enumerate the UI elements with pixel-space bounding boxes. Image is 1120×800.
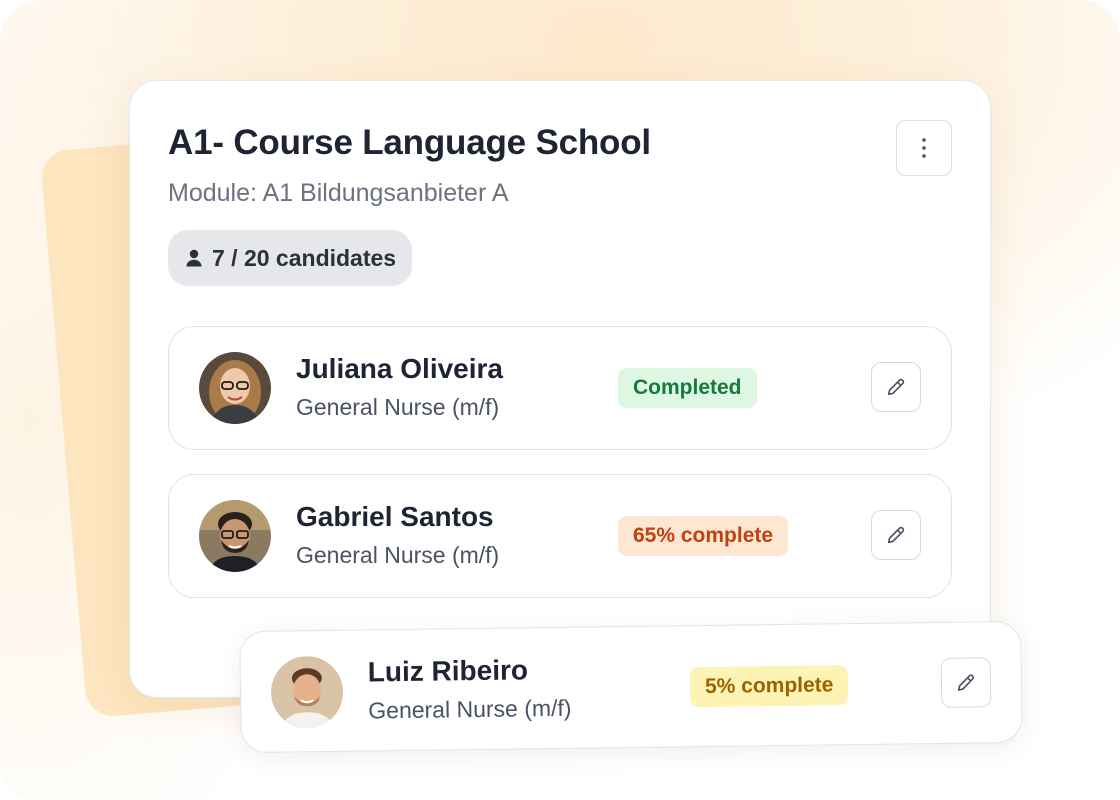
course-card: A1- Course Language School Module: A1 Bi… [129, 80, 991, 698]
person-icon [186, 249, 202, 267]
candidate-role: General Nurse (m/f) [368, 694, 572, 724]
candidate-row[interactable]: Juliana Oliveira General Nurse (m/f) Com… [168, 326, 952, 450]
pencil-icon [957, 674, 975, 691]
status-badge: 5% complete [689, 665, 849, 708]
candidates-count-badge: 7 / 20 candidates [168, 230, 413, 286]
candidate-name: Gabriel Santos [296, 501, 494, 532]
edit-button[interactable] [940, 657, 992, 708]
candidate-row[interactable]: Gabriel Santos General Nurse (m/f) 65% c… [168, 474, 952, 598]
candidates-count-label: 7 / 20 candidates [212, 244, 397, 271]
status-badge: Completed [618, 368, 757, 408]
candidate-role: General Nurse (m/f) [296, 394, 500, 420]
avatar [199, 500, 271, 572]
edit-button[interactable] [871, 362, 921, 412]
candidate-row[interactable]: Luiz Ribeiro General Nurse (m/f) 5% comp… [239, 620, 1023, 754]
avatar [270, 655, 344, 729]
status-badge: 65% complete [618, 516, 789, 556]
candidate-name: Juliana Oliveira [296, 353, 503, 384]
page-background: A1- Course Language School Module: A1 Bi… [0, 0, 1120, 800]
course-module: Module: A1 Bildungsanbieter A [168, 179, 509, 207]
candidate-name: Luiz Ribeiro [367, 654, 529, 688]
course-title: A1- Course Language School [168, 123, 651, 162]
edit-button[interactable] [871, 510, 921, 560]
candidate-role: General Nurse (m/f) [296, 542, 500, 568]
more-options-button[interactable] [896, 120, 952, 176]
avatar [199, 352, 271, 424]
pencil-icon [887, 526, 905, 544]
more-vertical-icon [922, 138, 926, 158]
pencil-icon [887, 378, 905, 396]
